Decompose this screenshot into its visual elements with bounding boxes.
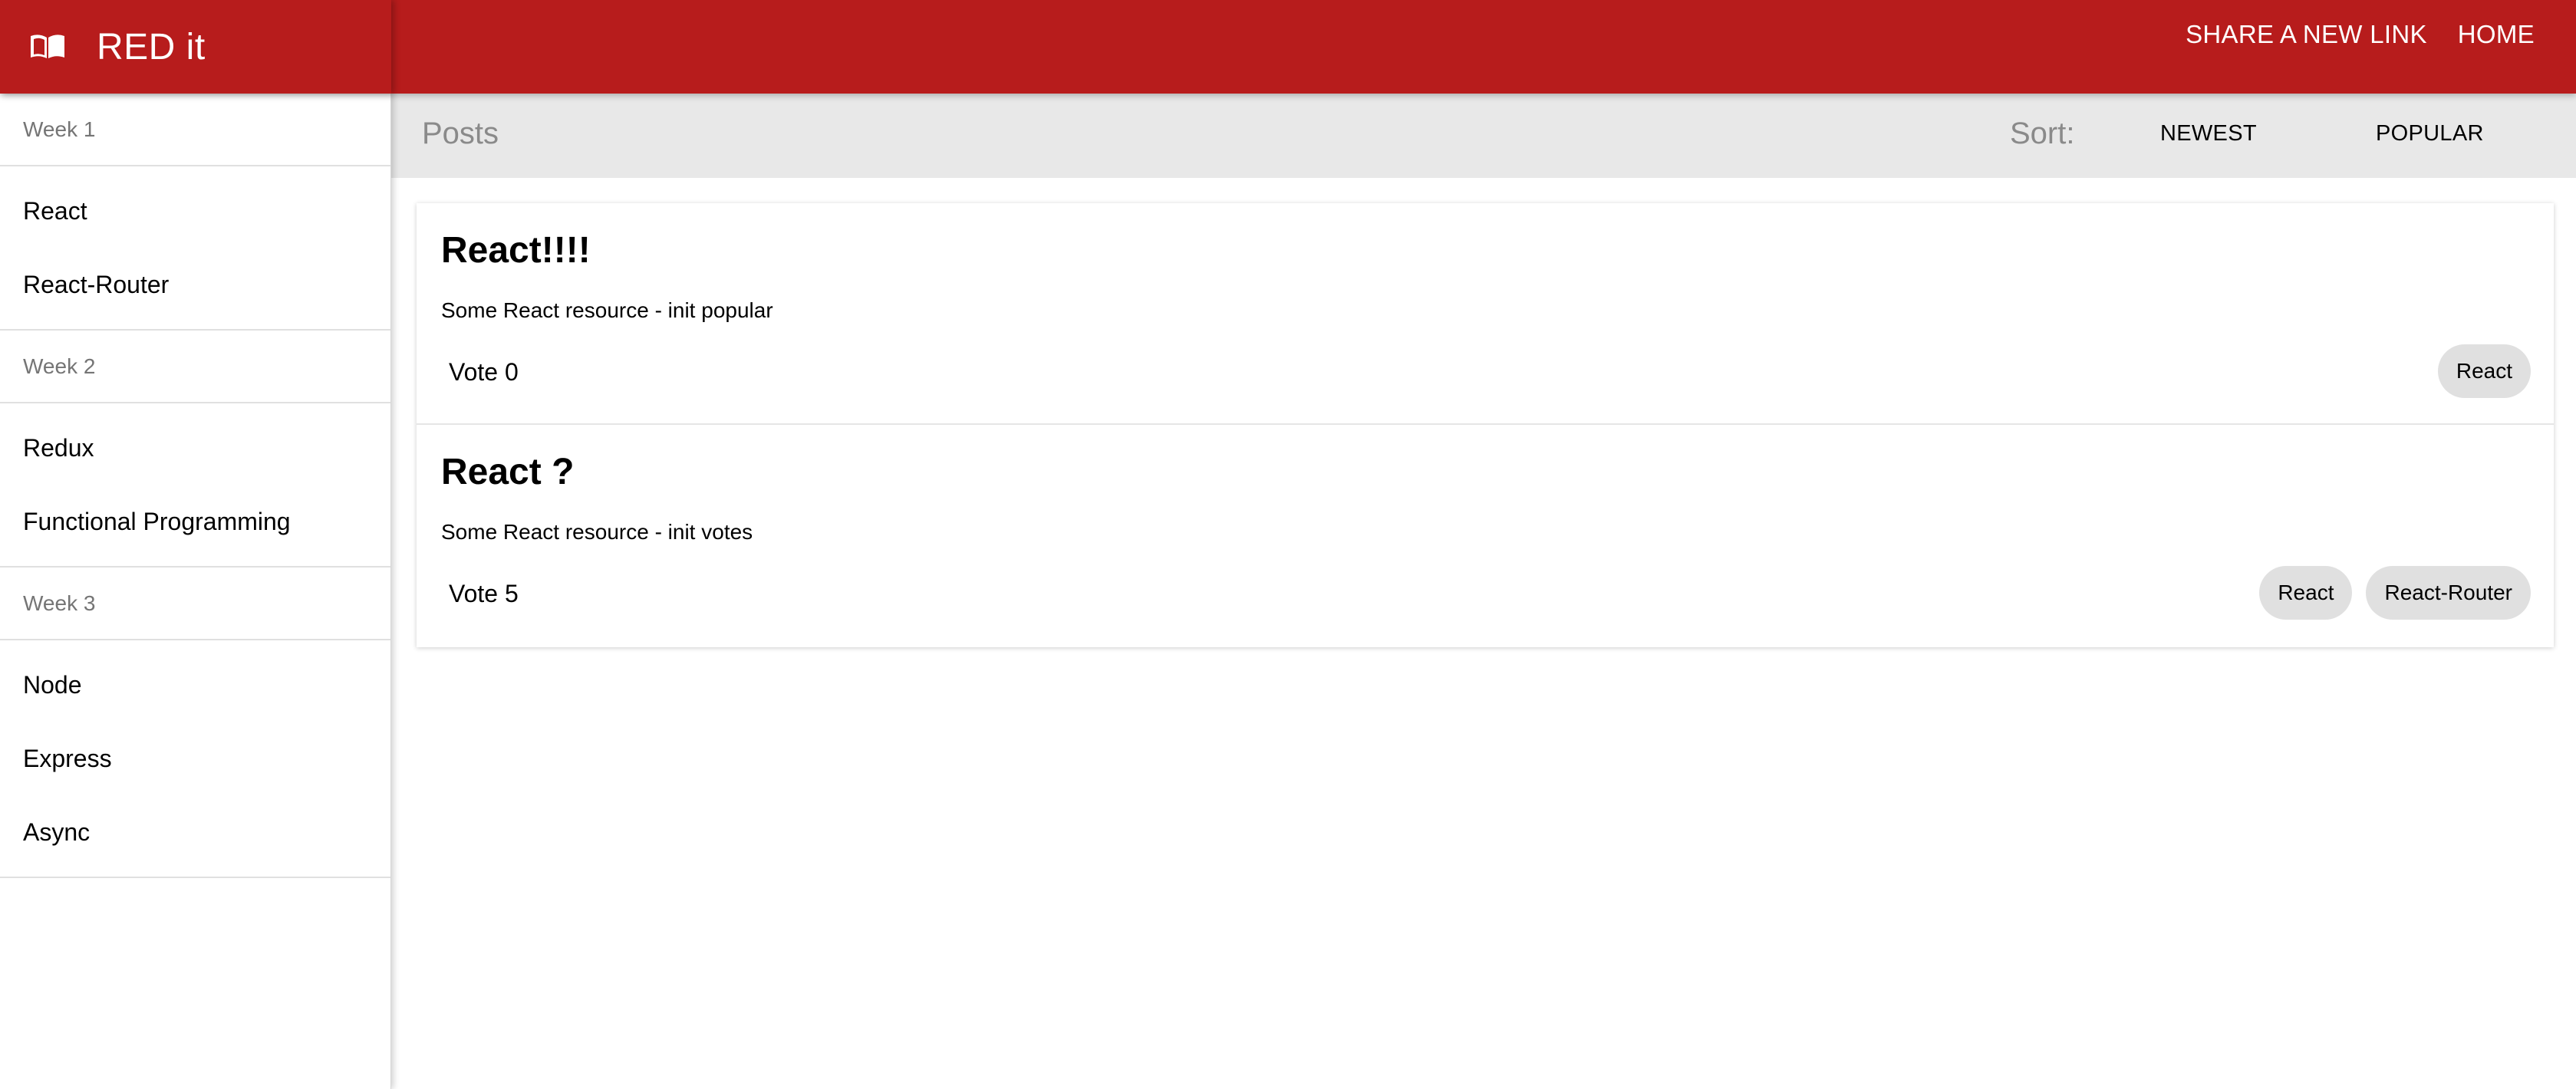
app-root: RED it SHARE A NEW LINK HOME Week 1 Reac… — [0, 0, 2576, 1089]
post-title[interactable]: React!!!! — [441, 229, 591, 271]
page-title: Posts — [422, 117, 499, 150]
sidebar-item-react[interactable]: React — [0, 174, 390, 248]
sidebar-item-functional-programming[interactable]: Functional Programming — [0, 485, 390, 558]
tag-chip-react[interactable]: React — [2259, 566, 2353, 620]
week-group: Redux Functional Programming — [0, 403, 390, 568]
share-new-link-button[interactable]: SHARE A NEW LINK — [2186, 20, 2427, 49]
book-open-icon — [29, 31, 66, 62]
sort-label: Sort: — [2010, 117, 2075, 150]
sidebar-item-express[interactable]: Express — [0, 722, 390, 795]
post-title[interactable]: React ? — [441, 451, 574, 493]
week-header: Week 3 — [0, 568, 390, 640]
week-header: Week 1 — [0, 94, 390, 166]
tag-chip-react[interactable]: React — [2437, 344, 2531, 398]
app-title: RED it — [97, 26, 206, 67]
posts-toolbar: Posts Sort: NEWEST POPULAR — [391, 94, 2576, 178]
week-group: React React-Router — [0, 166, 390, 331]
top-app-bar: RED it SHARE A NEW LINK HOME — [0, 0, 2576, 94]
post-item[interactable]: React ? Some React resource - init votes… — [417, 425, 2554, 647]
home-button[interactable]: HOME — [2458, 20, 2535, 49]
brand: RED it — [0, 0, 391, 94]
tag-chip-react-router[interactable]: React-Router — [2366, 566, 2531, 620]
week-header: Week 2 — [0, 331, 390, 403]
sidebar: Week 1 React React-Router Week 2 Redux F… — [0, 94, 391, 1089]
post-vote[interactable]: Vote 0 — [449, 358, 519, 387]
post-tags: React — [2437, 344, 2531, 398]
post-description: Some React resource - init popular — [441, 298, 773, 322]
post-tags: React React-Router — [2259, 566, 2531, 620]
sidebar-item-redux[interactable]: Redux — [0, 411, 390, 485]
post-item[interactable]: React!!!! Some React resource - init pop… — [417, 203, 2554, 425]
post-description: Some React resource - init votes — [441, 520, 753, 544]
posts-list: React!!!! Some React resource - init pop… — [417, 203, 2554, 647]
sort-popular-button[interactable]: POPULAR — [2376, 121, 2484, 146]
sidebar-item-node[interactable]: Node — [0, 648, 390, 722]
post-vote[interactable]: Vote 5 — [449, 580, 519, 608]
sidebar-item-react-router[interactable]: React-Router — [0, 248, 390, 321]
week-group: Node Express Async — [0, 640, 390, 878]
top-nav: SHARE A NEW LINK HOME — [2186, 20, 2535, 49]
sidebar-item-async[interactable]: Async — [0, 795, 390, 869]
sort-newest-button[interactable]: NEWEST — [2160, 121, 2257, 146]
